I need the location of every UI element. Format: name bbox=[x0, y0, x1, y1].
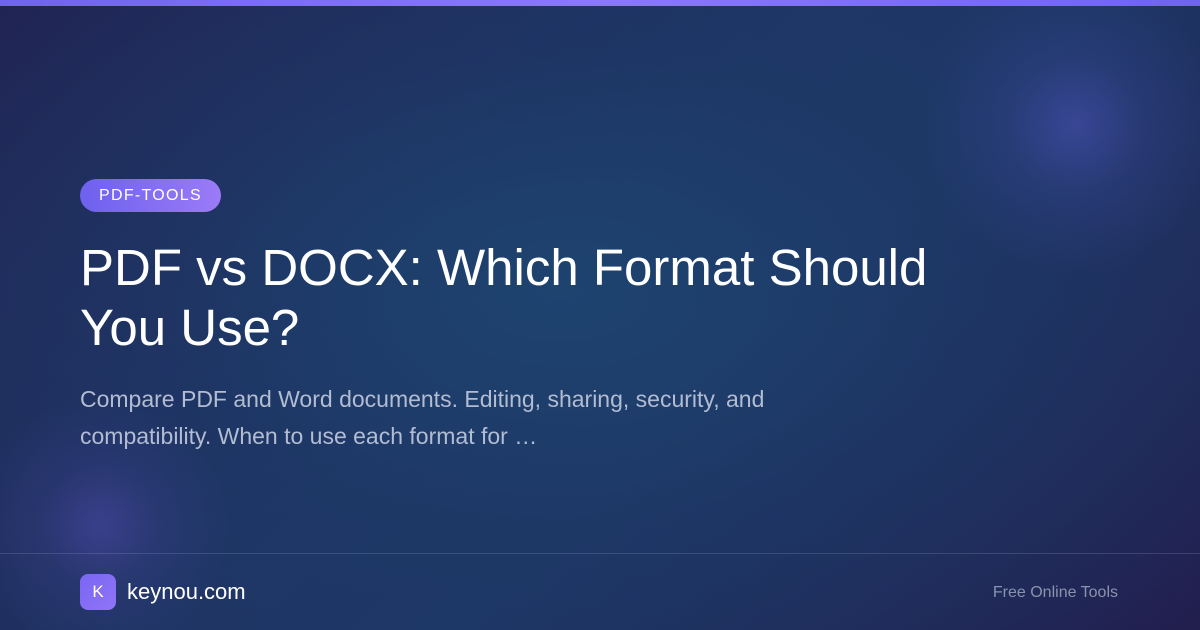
category-badge: PDF-TOOLS bbox=[80, 179, 221, 212]
article-title: PDF vs DOCX: Which Format Should You Use… bbox=[80, 239, 928, 356]
top-accent-bar bbox=[0, 0, 1200, 6]
site-name: keynou.com bbox=[127, 579, 246, 604]
article-description: Compare PDF and Word documents. Editing,… bbox=[80, 386, 765, 449]
logo-letter: K bbox=[92, 582, 104, 601]
share-card: PDF-TOOLS PDF vs DOCX: Which Format Shou… bbox=[0, 0, 1200, 630]
site-logo-icon: K bbox=[80, 574, 116, 610]
footer-divider bbox=[0, 553, 1200, 554]
site-tagline: Free Online Tools bbox=[992, 584, 1118, 601]
